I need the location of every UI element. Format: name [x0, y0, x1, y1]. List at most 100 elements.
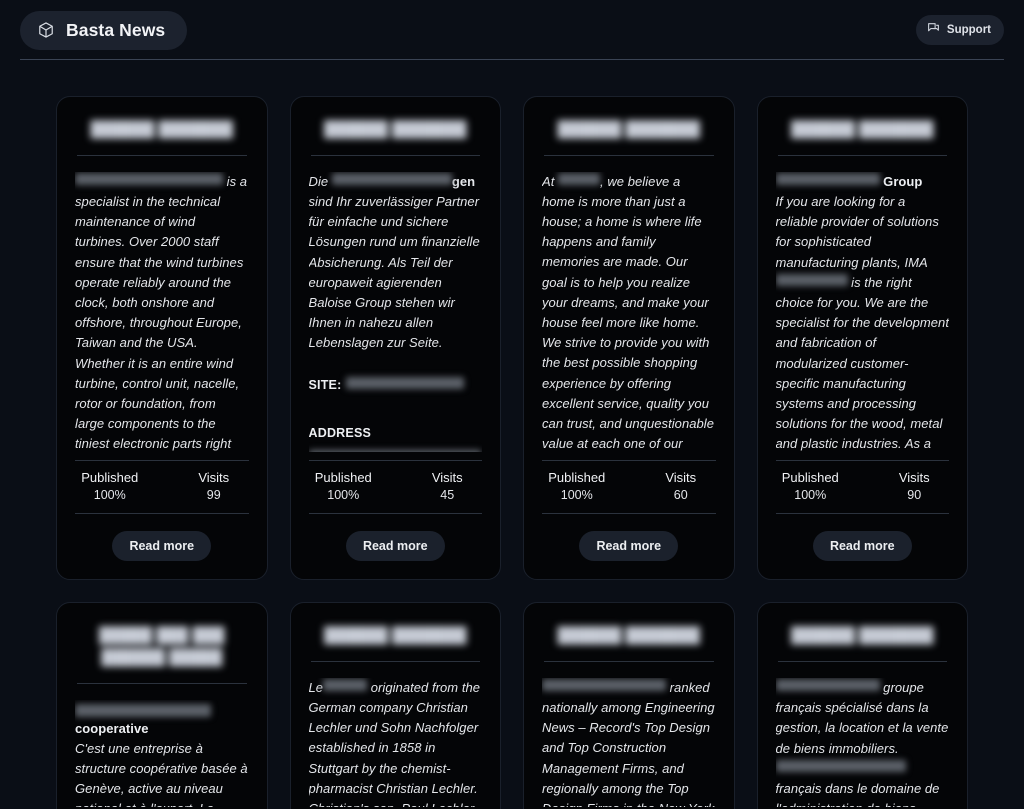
redacted-text	[558, 172, 601, 185]
stat-visits-label: Visits	[665, 470, 697, 486]
title-divider	[544, 155, 714, 156]
app-header: Basta News Support	[0, 0, 1024, 60]
stat-published: Published 100%	[312, 470, 374, 503]
title-divider	[310, 155, 480, 156]
stat-published-label: Published	[781, 470, 839, 486]
address-label: ADDRESS	[308, 425, 372, 440]
body-text-run: C'est une entreprise à structure coopéra…	[75, 740, 248, 807]
body-text-run: sind Ihr zuverlässiger Partner für einfa…	[308, 194, 480, 351]
stat-visits-label: Visits	[898, 470, 930, 486]
card-actions: Read more	[309, 514, 483, 561]
redacted-text	[542, 678, 666, 691]
body-text-run: is a specialist in the technical mainten…	[75, 173, 248, 452]
stat-visits-value: 90	[907, 488, 922, 502]
title-divider	[777, 661, 947, 662]
lead-bold-text: Group	[879, 173, 923, 189]
redacted-text	[331, 172, 452, 185]
body-text-run: originated from the German company Chris…	[308, 679, 481, 807]
card-body: ranked nationally among Engineering News…	[542, 678, 716, 807]
body-text-run: ranked nationally among Engineering News…	[542, 679, 715, 807]
card-stats: Published 100% Visits 45	[308, 460, 482, 514]
stat-published: Published 100%	[779, 470, 841, 503]
read-more-button[interactable]: Read more	[112, 531, 212, 561]
read-more-button[interactable]: Read more	[345, 531, 445, 561]
stat-visits-label: Visits	[431, 470, 463, 486]
card-description: ranked nationally among Engineering News…	[542, 678, 716, 807]
news-card: ██████ ███████ At , we believe a home is …	[523, 96, 735, 580]
card-description: is a specialist in the technical mainten…	[75, 172, 249, 453]
card-title: ██████ ███████	[791, 121, 934, 138]
card-stats: Published 100% Visits 60	[542, 460, 716, 514]
stat-published-label: Published	[81, 470, 139, 486]
body-text-run: At	[542, 173, 559, 189]
card-actions: Read more	[776, 514, 950, 561]
news-card: ██████ ███████ is a specialist in the te…	[56, 96, 268, 580]
news-card: ██████ ███████ Le originated from the Ger…	[289, 602, 501, 809]
lead-bold-text: cooperative	[75, 720, 149, 736]
brand-name: Basta News	[66, 19, 166, 40]
body-text-run: If you are looking for a reliable provid…	[775, 193, 939, 270]
title-divider	[777, 155, 947, 156]
body-text-run: is the right choice for you. We are the …	[775, 274, 949, 452]
redacted-text	[775, 172, 880, 185]
card-body: groupe français spécialisé dans la gesti…	[775, 678, 950, 807]
card-body: Le originated from the German company Ch…	[309, 678, 483, 807]
redacted-text	[308, 449, 481, 453]
redacted-text	[775, 678, 880, 691]
redacted-text	[775, 273, 848, 286]
card-title: ██████ ███████	[557, 627, 700, 644]
stat-visits: Visits 90	[883, 470, 945, 503]
stat-published: Published 100%	[546, 470, 608, 503]
news-card: ██████ ███████ Group If you are looking f…	[756, 96, 968, 580]
stat-published-value: 100%	[794, 488, 827, 502]
card-stats: Published 100% Visits 90	[775, 460, 949, 514]
redacted-text	[775, 759, 906, 772]
cube-icon	[37, 21, 55, 39]
card-description: Le originated from the German company Ch…	[309, 678, 483, 807]
stat-published-label: Published	[548, 470, 606, 486]
site-field: SITE:	[309, 376, 483, 394]
chat-bubble-icon	[927, 21, 940, 39]
card-body: Group If you are looking for a reliable p…	[775, 172, 950, 453]
card-title: ██████ ███████	[557, 121, 700, 138]
stat-published-value: 100%	[560, 488, 593, 502]
card-body: cooperative C'est une entreprise à struct…	[75, 700, 249, 807]
title-divider	[544, 661, 714, 662]
card-actions: Read more	[542, 514, 716, 561]
stat-visits-value: 99	[206, 488, 221, 502]
support-label: Support	[946, 24, 991, 36]
stat-published-value: 100%	[327, 488, 360, 502]
card-body: At , we believe a home is more than just…	[542, 172, 716, 453]
address-field: ADDRESS	[308, 424, 483, 453]
brand-badge[interactable]: Basta News	[20, 10, 188, 50]
stat-visits-label: Visits	[198, 470, 230, 486]
body-text-run: groupe français spécialisé dans la gesti…	[775, 679, 949, 756]
body-text-run: Die	[308, 173, 332, 189]
news-card: ██████ ███████ ranked nationally among E…	[523, 602, 735, 809]
body-text-run: , we believe a home is more than just a …	[542, 173, 715, 452]
card-title: ██████ ███████	[324, 121, 467, 138]
news-card-grid: ██████ ███████ is a specialist in the te…	[0, 60, 1024, 809]
redacted-text	[345, 376, 464, 389]
card-body: Die gen sind Ihr zuverlässiger Partner f…	[308, 172, 483, 453]
site-label: SITE:	[308, 377, 342, 392]
title-divider	[77, 155, 247, 156]
stat-visits-value: 45	[440, 488, 455, 502]
card-body: is a specialist in the technical mainten…	[75, 172, 249, 453]
body-text-run: gen	[451, 173, 476, 189]
read-more-button[interactable]: Read more	[579, 531, 679, 561]
stat-published: Published 100%	[79, 470, 141, 503]
stat-visits: Visits 99	[183, 470, 245, 503]
support-button[interactable]: Support	[915, 15, 1004, 45]
redacted-text	[75, 703, 211, 717]
card-description: Die gen sind Ihr zuverlässiger Partner f…	[309, 172, 483, 354]
card-title: ██████ ███████	[324, 627, 467, 644]
address-lines	[308, 449, 483, 453]
stat-published-value: 100%	[93, 488, 126, 502]
card-description: At , we believe a home is more than just…	[542, 172, 716, 453]
news-card: █████ ███ ███ ██████ █████ cooperative C'…	[56, 602, 268, 809]
news-card: ██████ ███████ groupe français spécialis…	[756, 602, 968, 809]
read-more-button[interactable]: Read more	[812, 531, 912, 561]
stat-visits-value: 60	[673, 488, 688, 502]
title-divider	[77, 683, 247, 684]
